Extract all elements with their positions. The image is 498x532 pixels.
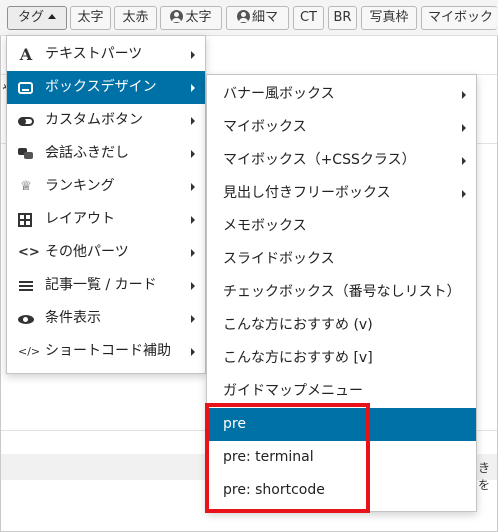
- submenu-item-check-box[interactable]: チェックボックス（番号なしリスト）: [207, 276, 476, 309]
- submenu-item-slide-box[interactable]: スライドボックス: [207, 243, 476, 276]
- submenu-item-recommend-v-bracket[interactable]: こんな方におすすめ [v]: [207, 342, 476, 375]
- highlight-annotation: [205, 403, 370, 513]
- submenu-item-mybox-css[interactable]: マイボックス（+CSSクラス）: [207, 144, 476, 177]
- chevron-right-icon: [191, 183, 195, 191]
- chevron-right-icon: [462, 190, 466, 198]
- chevron-right-icon: [191, 249, 195, 257]
- menu-item-label: 条件表示: [45, 310, 101, 326]
- menu-item-article-list[interactable]: 記事一覧 / カード: [7, 269, 205, 302]
- user-marker-label: 細マ: [251, 10, 278, 25]
- submenu-item-mybox[interactable]: マイボックス: [207, 111, 476, 144]
- submenu-item-label: スライドボックス: [223, 251, 335, 267]
- menu-item-box-design[interactable]: ボックスデザイン: [7, 71, 205, 104]
- menu-item-other-parts[interactable]: <> その他パーツ: [7, 236, 205, 269]
- menu-item-conditional-display[interactable]: 条件表示: [7, 302, 205, 335]
- menu-item-ranking[interactable]: ♕ ランキング: [7, 170, 205, 203]
- user-icon: [236, 10, 250, 23]
- menu-item-label: レイアウト: [45, 211, 115, 227]
- user-marker-button[interactable]: 細マ: [226, 6, 289, 30]
- menu-item-custom-button[interactable]: カスタムボタン: [7, 104, 205, 137]
- chevron-right-icon: [462, 157, 466, 165]
- ct-button[interactable]: CT: [293, 6, 324, 30]
- user-icon: [170, 10, 184, 23]
- grid-icon: [18, 213, 32, 227]
- submenu-item-recommend-v[interactable]: こんな方におすすめ (v): [207, 309, 476, 342]
- chevron-right-icon: [191, 216, 195, 224]
- submenu-item-label: ガイドマップメニュー: [223, 383, 363, 399]
- submenu-item-label: バナー風ボックス: [223, 86, 335, 102]
- menu-item-label: ボックスデザイン: [45, 79, 157, 95]
- menu-item-layout[interactable]: レイアウト: [7, 203, 205, 236]
- menu-item-label: その他パーツ: [45, 244, 129, 260]
- chat-bubbles-icon: [18, 146, 34, 162]
- submenu-item-label: マイボックス: [223, 119, 307, 135]
- menu-item-label: ショートコード補助: [45, 343, 171, 359]
- menu-item-label: カスタムボタン: [45, 112, 143, 128]
- editor-text-fragment-right: きを: [478, 461, 491, 492]
- submenu-item-label: こんな方におすすめ [v]: [223, 350, 373, 366]
- menu-item-label: 会話ふきだし: [45, 145, 129, 161]
- mybox-button[interactable]: マイボック: [421, 6, 497, 30]
- toggle-icon: [18, 117, 34, 126]
- submenu-item-label: チェックボックス（番号なしリスト）: [223, 284, 461, 300]
- quicktag-toolbar: タグ 太字 太赤 太字 細マ CT BR 写真枠 マイボック: [0, 0, 498, 36]
- menu-item-label: ランキング: [45, 178, 115, 194]
- chevron-right-icon: [191, 51, 195, 59]
- chevron-right-icon: [462, 124, 466, 132]
- submenu-item-banner-box[interactable]: バナー風ボックス: [207, 78, 476, 111]
- letter-a-icon: A: [19, 45, 33, 64]
- chevron-right-icon: [191, 117, 195, 125]
- bold-button[interactable]: 太字: [70, 6, 111, 30]
- tag-dropdown-button[interactable]: タグ: [7, 6, 67, 30]
- crown-icon: ♕: [20, 179, 32, 194]
- chevron-right-icon: [191, 84, 195, 92]
- eye-icon: [18, 311, 34, 327]
- menu-item-speech-bubble[interactable]: 会話ふきだし: [7, 137, 205, 170]
- submenu-item-label: メモボックス: [223, 218, 307, 234]
- inbox-icon: [18, 82, 33, 94]
- menu-item-label: 記事一覧 / カード: [45, 277, 157, 293]
- menu-item-shortcode-helper[interactable]: </> ショートコード補助: [7, 335, 205, 368]
- shortcode-icon: </>: [18, 345, 41, 358]
- caret-up-icon: [48, 14, 56, 19]
- photo-frame-button[interactable]: 写真枠: [361, 6, 417, 30]
- tag-menu: A テキストパーツ ボックスデザイン カスタムボタン 会話ふきだし ♕ ランキン…: [6, 35, 206, 374]
- chevron-right-icon: [191, 282, 195, 290]
- submenu-item-memo-box[interactable]: メモボックス: [207, 210, 476, 243]
- chevron-right-icon: [191, 315, 195, 323]
- br-button[interactable]: BR: [328, 6, 357, 30]
- bold-red-button[interactable]: 太赤: [114, 6, 157, 30]
- user-bold-button[interactable]: 太字: [160, 6, 222, 30]
- submenu-item-label: こんな方におすすめ (v): [223, 317, 373, 333]
- user-bold-label: 太字: [185, 10, 212, 25]
- chevron-right-icon: [462, 91, 466, 99]
- code-icon: <>: [18, 245, 40, 260]
- menu-item-label: テキストパーツ: [45, 46, 143, 62]
- submenu-item-titled-box[interactable]: 見出し付きフリーボックス: [207, 177, 476, 210]
- chevron-right-icon: [191, 150, 195, 158]
- list-icon: [18, 278, 34, 294]
- tag-dropdown-label: タグ: [17, 10, 44, 25]
- chevron-right-icon: [191, 348, 195, 356]
- menu-item-text-parts[interactable]: A テキストパーツ: [7, 38, 205, 71]
- submenu-item-label: マイボックス（+CSSクラス）: [223, 152, 416, 168]
- submenu-item-label: 見出し付きフリーボックス: [223, 185, 391, 201]
